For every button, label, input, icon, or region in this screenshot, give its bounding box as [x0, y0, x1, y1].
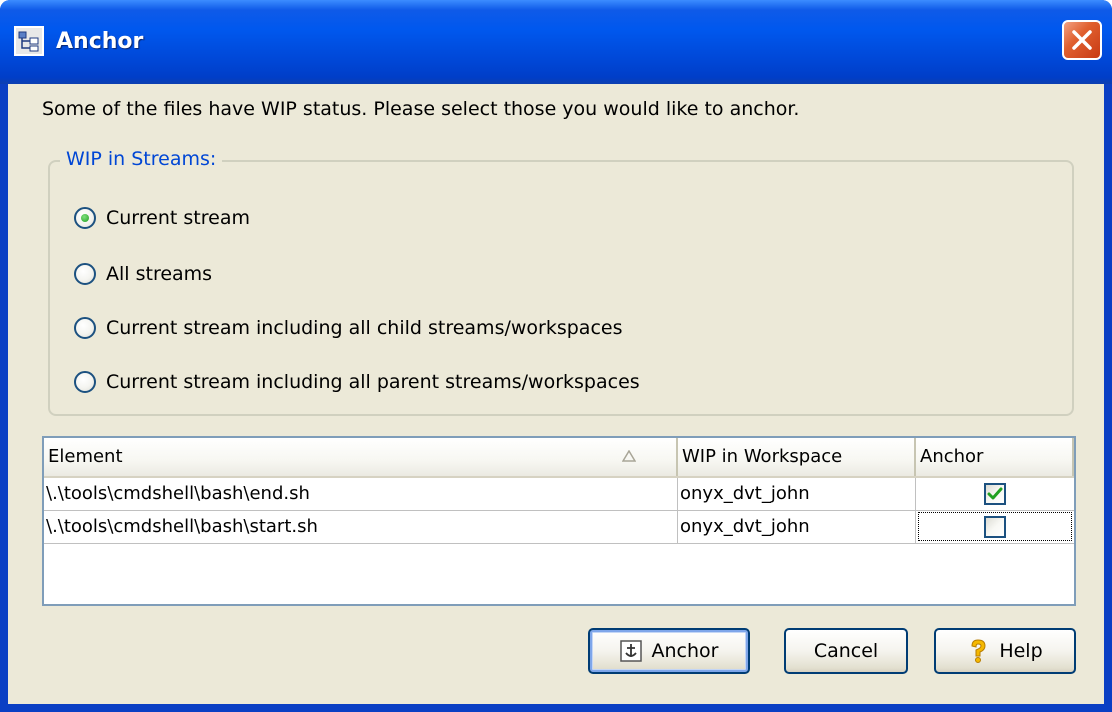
- radio-label: Current stream including all parent stre…: [106, 371, 640, 393]
- anchor-button[interactable]: Anchor: [588, 628, 750, 674]
- group-title: WIP in Streams:: [60, 148, 223, 170]
- radio-label: Current stream: [106, 207, 250, 229]
- anchor-button-label: Anchor: [651, 640, 719, 662]
- help-icon: [967, 638, 989, 664]
- cancel-button-label: Cancel: [813, 640, 879, 662]
- close-button[interactable]: [1062, 20, 1102, 60]
- table-row[interactable]: \.\tools\cmdshell\bash\start.sh onyx_dvt…: [44, 511, 1074, 544]
- radio-button[interactable]: [74, 317, 96, 339]
- radio-label: All streams: [106, 263, 213, 285]
- radio-button[interactable]: [74, 207, 96, 229]
- table-header: Element WIP in Workspace Anchor: [44, 438, 1074, 478]
- help-button-label: Help: [999, 640, 1043, 662]
- column-header-anchor[interactable]: Anchor: [916, 438, 1074, 476]
- radio-parent-streams[interactable]: Current stream including all parent stre…: [74, 368, 640, 396]
- column-header-label: WIP in Workspace: [682, 446, 843, 467]
- radio-button[interactable]: [74, 263, 96, 285]
- anchor-dialog: Anchor Some of the files have WIP status…: [0, 0, 1112, 712]
- radio-current-stream[interactable]: Current stream: [74, 204, 250, 232]
- anchor-cell[interactable]: [916, 478, 1074, 510]
- element-cell[interactable]: \.\tools\cmdshell\bash\end.sh: [44, 478, 678, 510]
- workspace-cell[interactable]: onyx_dvt_john: [678, 511, 916, 543]
- element-cell[interactable]: \.\tools\cmdshell\bash\start.sh: [44, 511, 678, 543]
- sort-ascending-icon: [622, 450, 636, 462]
- column-header-label: Element: [48, 446, 123, 467]
- close-icon: [1072, 30, 1092, 50]
- anchor-icon: [619, 640, 642, 662]
- table-row[interactable]: \.\tools\cmdshell\bash\end.sh onyx_dvt_j…: [44, 478, 1074, 511]
- dialog-body: Some of the files have WIP status. Pleas…: [8, 84, 1104, 704]
- title-bar[interactable]: Anchor: [0, 0, 1112, 84]
- instruction-text: Some of the files have WIP status. Pleas…: [42, 98, 800, 120]
- anchor-checkbox[interactable]: [984, 516, 1006, 538]
- anchor-checkbox[interactable]: [984, 483, 1006, 505]
- column-header-workspace[interactable]: WIP in Workspace: [678, 438, 916, 476]
- radio-button[interactable]: [74, 371, 96, 393]
- cancel-button[interactable]: Cancel: [784, 628, 908, 674]
- column-header-element[interactable]: Element: [44, 438, 678, 476]
- help-button[interactable]: Help: [934, 628, 1076, 674]
- anchor-cell[interactable]: [916, 511, 1074, 543]
- checkmark-icon: [987, 487, 1003, 500]
- radio-all-streams[interactable]: All streams: [74, 260, 212, 288]
- wip-elements-table[interactable]: Element WIP in Workspace Anchor \.\tools…: [42, 436, 1076, 606]
- wip-streams-group: WIP in Streams: Current stream All strea…: [48, 148, 1074, 416]
- radio-label: Current stream including all child strea…: [106, 317, 623, 339]
- radio-child-streams[interactable]: Current stream including all child strea…: [74, 314, 622, 342]
- window-title: Anchor: [56, 29, 144, 54]
- workspace-cell[interactable]: onyx_dvt_john: [678, 478, 916, 510]
- anchor-dialog-icon: [14, 26, 44, 56]
- column-header-label: Anchor: [920, 446, 984, 467]
